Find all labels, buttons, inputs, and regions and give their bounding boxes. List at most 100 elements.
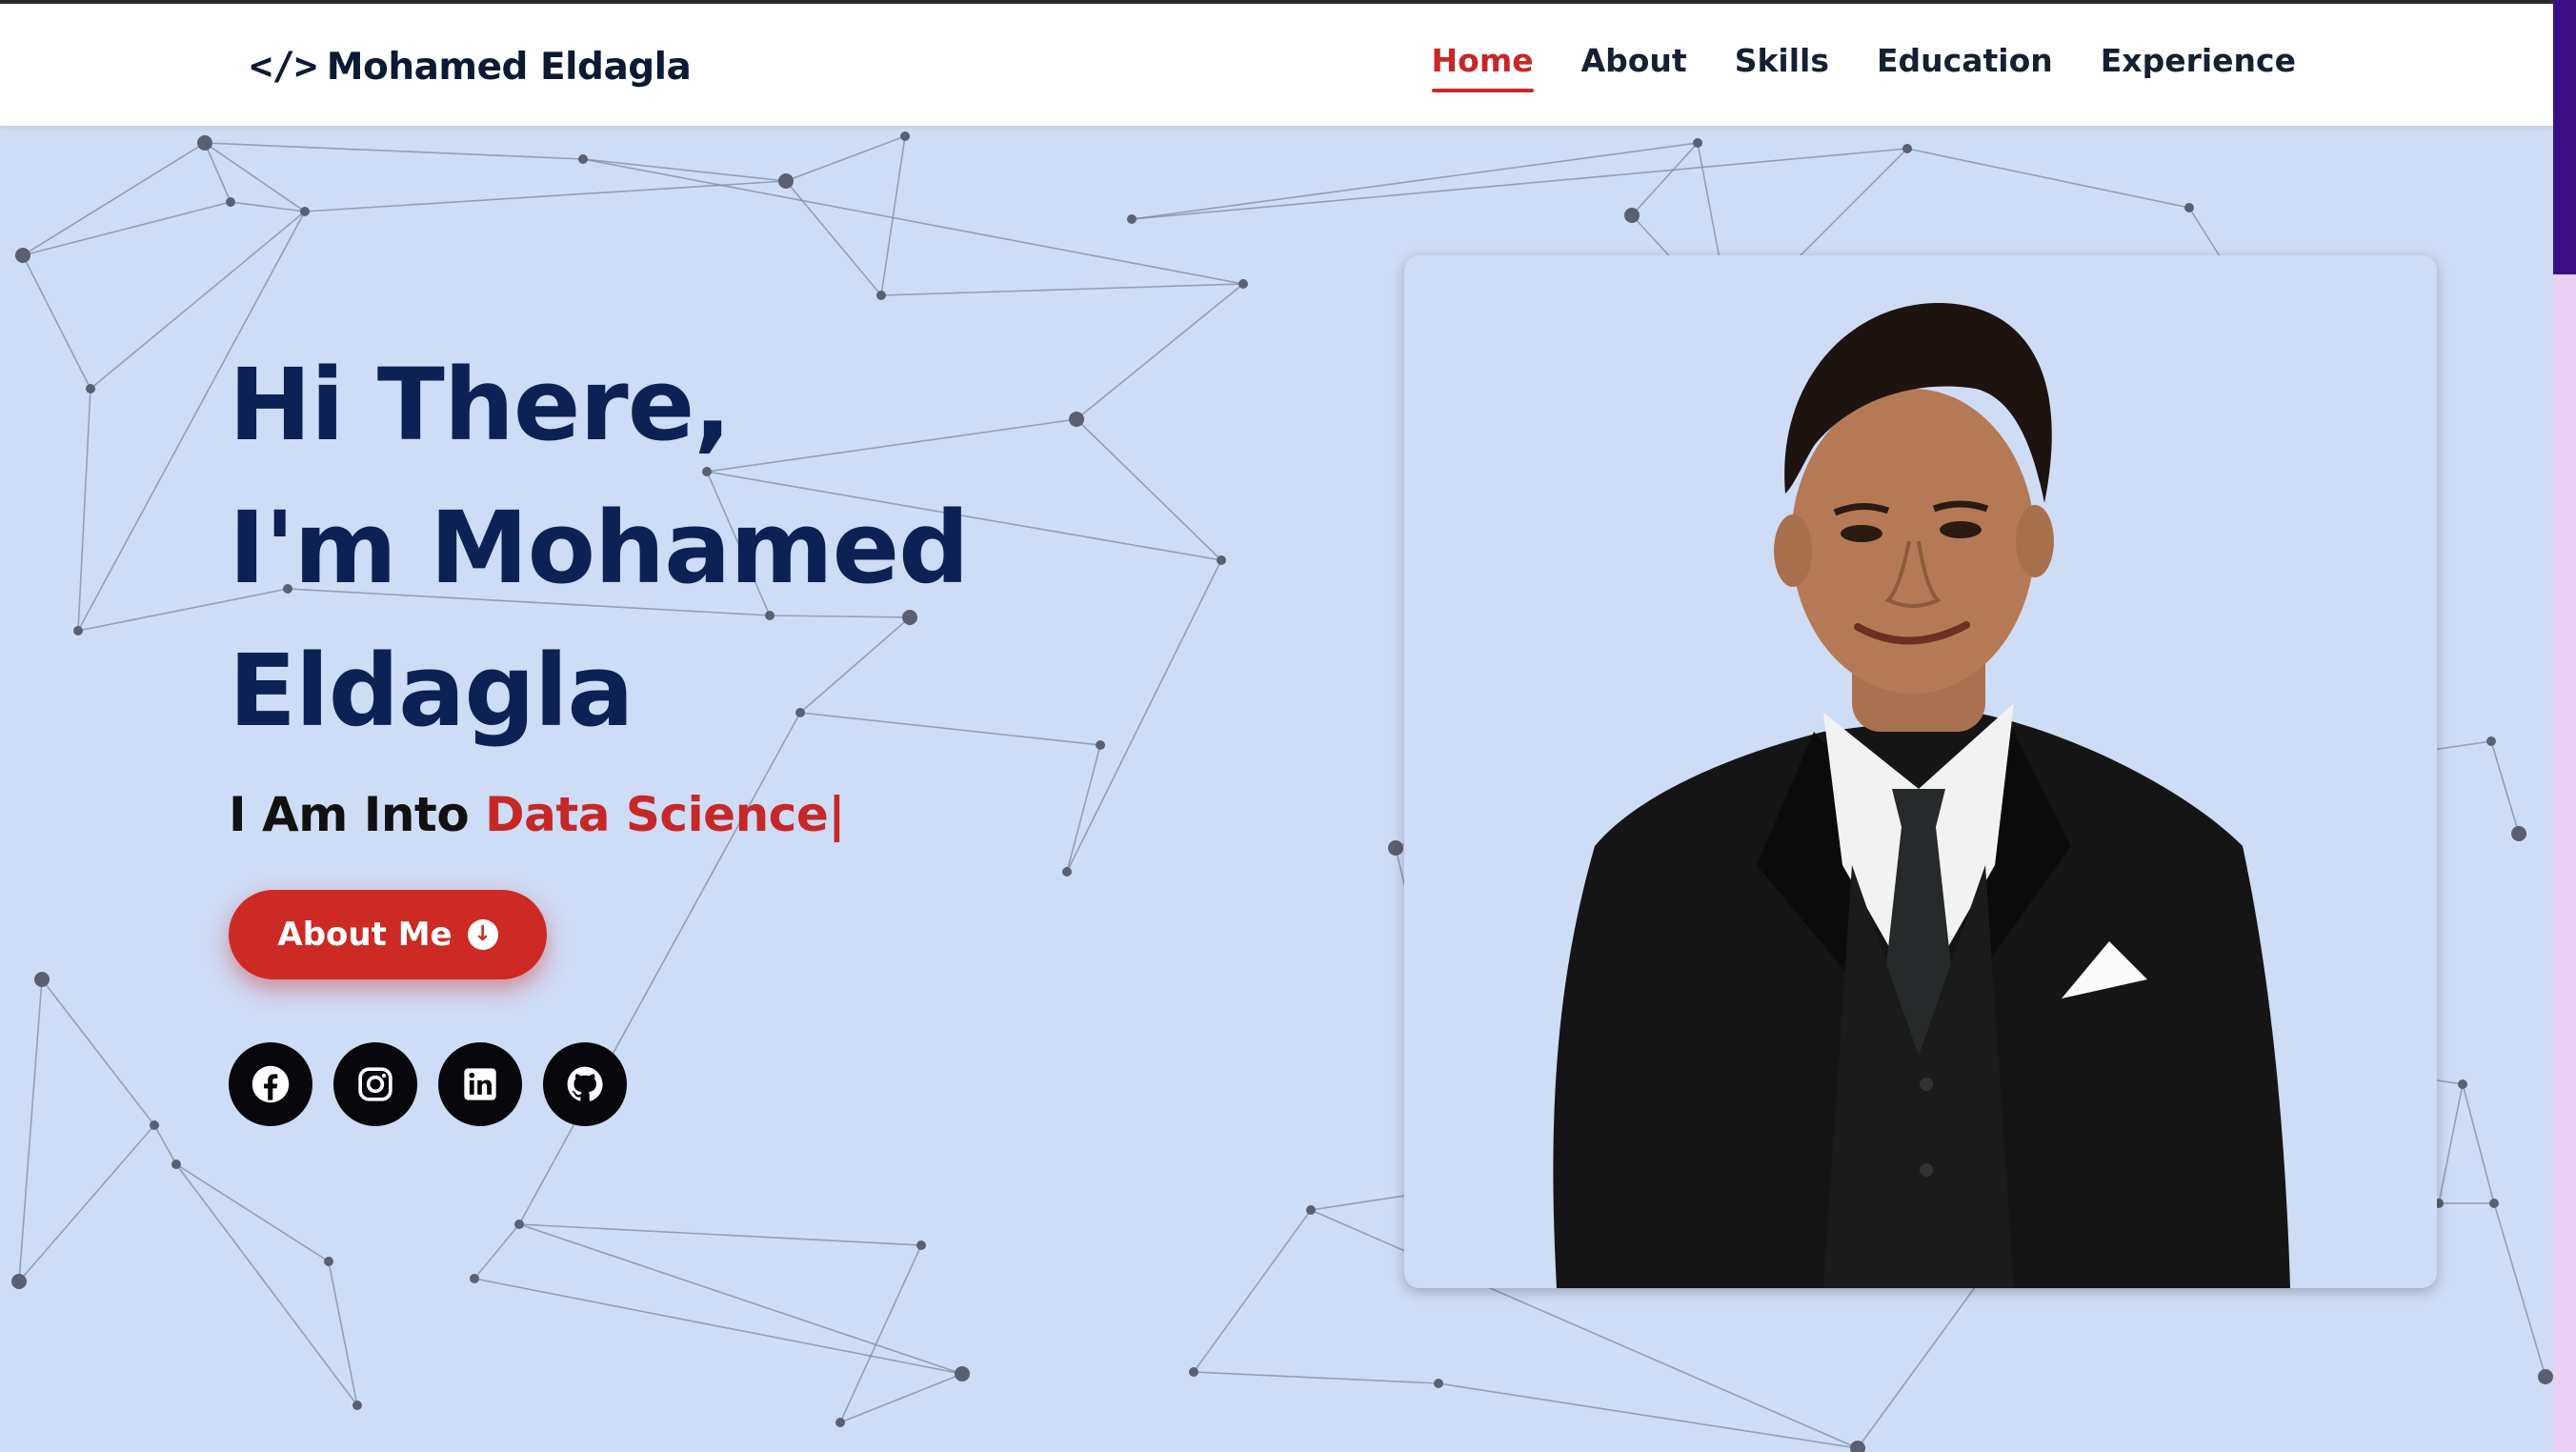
network-node bbox=[2538, 1369, 2553, 1384]
network-edge bbox=[1131, 148, 1908, 220]
network-edge bbox=[785, 135, 906, 182]
site-logo[interactable]: </> Mohamed Eldagla bbox=[250, 40, 692, 93]
network-node bbox=[1850, 1441, 1865, 1452]
network-edge bbox=[2490, 740, 2520, 835]
network-edge bbox=[22, 142, 206, 256]
network-node bbox=[1434, 1379, 1443, 1388]
network-edge bbox=[582, 158, 1244, 285]
network-edge bbox=[1066, 559, 1222, 873]
arrow-down-circle-icon: ↓ bbox=[467, 919, 498, 950]
typed-text: Data Science bbox=[485, 787, 829, 842]
about-me-button[interactable]: About Me ↓ bbox=[229, 890, 547, 979]
network-edge bbox=[1906, 148, 2190, 209]
instagram-link[interactable] bbox=[333, 1042, 417, 1126]
nav-education[interactable]: Education bbox=[1877, 42, 2053, 92]
network-edge bbox=[1438, 1382, 1859, 1449]
hero-subtitle: I Am Into Data Science| bbox=[229, 787, 969, 842]
network-edge bbox=[473, 1278, 963, 1375]
logo-text: Mohamed Eldagla bbox=[326, 45, 692, 89]
network-edge bbox=[18, 978, 43, 1282]
network-node bbox=[171, 1160, 181, 1169]
network-node bbox=[1624, 208, 1640, 223]
instagram-icon bbox=[358, 1067, 392, 1101]
network-edge bbox=[1066, 744, 1101, 873]
network-node bbox=[2511, 826, 2526, 841]
facebook-link[interactable] bbox=[229, 1042, 312, 1126]
nav-home[interactable]: Home bbox=[1431, 42, 1534, 92]
network-edge bbox=[1193, 1209, 1312, 1373]
network-node bbox=[73, 626, 83, 635]
network-edge bbox=[175, 1163, 330, 1262]
network-edge bbox=[1857, 1268, 1989, 1449]
window-top-border bbox=[0, 0, 2553, 4]
network-edge bbox=[153, 1124, 177, 1165]
network-edge bbox=[175, 1163, 358, 1406]
network-node bbox=[2458, 1079, 2467, 1089]
network-node bbox=[1388, 840, 1403, 856]
network-edge bbox=[328, 1260, 358, 1406]
network-edge bbox=[1193, 1371, 1439, 1384]
network-node bbox=[11, 1274, 27, 1289]
network-edge bbox=[785, 180, 882, 296]
code-icon: </> bbox=[250, 45, 317, 89]
network-node bbox=[955, 1366, 970, 1381]
nav-skills[interactable]: Skills bbox=[1735, 42, 1829, 92]
linkedin-link[interactable] bbox=[438, 1042, 522, 1126]
network-node bbox=[86, 384, 95, 393]
network-node bbox=[15, 248, 30, 263]
profile-photo-card bbox=[1404, 255, 2437, 1288]
hero-heading-line-1: Hi There, bbox=[229, 347, 732, 463]
network-edge bbox=[204, 142, 584, 160]
network-edge bbox=[304, 180, 787, 212]
network-node bbox=[876, 291, 886, 300]
scrollbar-thumb[interactable] bbox=[2553, 0, 2576, 274]
nav-about[interactable]: About bbox=[1581, 42, 1687, 92]
network-node bbox=[352, 1401, 362, 1410]
network-node bbox=[197, 135, 212, 151]
network-edge bbox=[518, 1223, 963, 1375]
social-links bbox=[229, 1042, 627, 1126]
network-node bbox=[514, 1220, 524, 1229]
site-header: </> Mohamed Eldagla Home About Skills Ed… bbox=[0, 4, 2553, 126]
network-node bbox=[578, 154, 588, 164]
network-edge bbox=[22, 254, 91, 390]
network-edge bbox=[2493, 1202, 2546, 1378]
network-edge bbox=[2438, 1083, 2464, 1204]
network-edge bbox=[880, 283, 1244, 296]
network-edge bbox=[473, 1223, 520, 1280]
network-edge bbox=[839, 1244, 922, 1423]
network-node bbox=[2489, 1199, 2499, 1208]
network-node bbox=[1902, 144, 1912, 153]
nav-experience[interactable]: Experience bbox=[2101, 42, 2296, 92]
facebook-icon bbox=[252, 1065, 290, 1103]
main-nav: Home About Skills Education Experience bbox=[1431, 42, 2296, 92]
network-node bbox=[226, 197, 235, 207]
typing-cursor: | bbox=[828, 787, 845, 842]
github-icon bbox=[567, 1066, 603, 1101]
network-node bbox=[778, 173, 794, 189]
network-node bbox=[34, 972, 50, 987]
network-node bbox=[1127, 214, 1137, 224]
subtitle-prefix: I Am Into bbox=[229, 787, 470, 842]
network-node bbox=[1069, 412, 1084, 427]
network-node bbox=[300, 207, 310, 216]
network-node bbox=[324, 1257, 333, 1266]
hero-section: Hi There, I'm Mohamed Eldagla I Am Into … bbox=[229, 333, 970, 842]
network-edge bbox=[18, 1124, 155, 1282]
network-node bbox=[1238, 279, 1248, 289]
hero-heading-line-2: I'm Mohamed bbox=[229, 490, 970, 606]
network-node bbox=[2486, 736, 2496, 746]
profile-photo bbox=[1553, 303, 2290, 1288]
github-link[interactable] bbox=[543, 1042, 627, 1126]
network-node bbox=[1062, 867, 1072, 877]
network-node bbox=[1189, 1367, 1198, 1377]
network-edge bbox=[41, 978, 155, 1126]
network-node bbox=[1693, 138, 1702, 148]
network-node bbox=[150, 1120, 159, 1130]
hero-heading-line-3: Eldagla bbox=[229, 633, 634, 749]
about-me-button-label: About Me bbox=[277, 916, 453, 954]
network-edge bbox=[1076, 283, 1244, 420]
network-node bbox=[470, 1274, 479, 1283]
network-node bbox=[1096, 740, 1105, 750]
hero-heading: Hi There, I'm Mohamed Eldagla bbox=[229, 333, 970, 762]
